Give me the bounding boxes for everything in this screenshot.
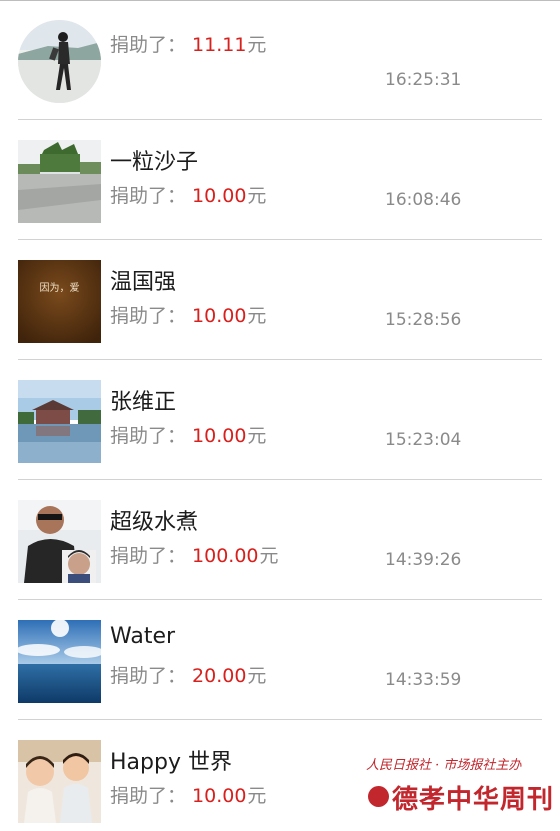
avatar xyxy=(18,20,101,103)
watermark-brand: 德孝中华周刊 xyxy=(392,785,555,815)
donor-item[interactable]: 因为，爱 温国强 捐助了： 10.00元 15:28:56 xyxy=(0,240,560,360)
currency-unit: 元 xyxy=(247,425,267,447)
donation-info: 捐助了： 10.00元 xyxy=(110,421,266,448)
donation-time: 14:33:59 xyxy=(385,670,462,690)
donation-amount: 100.00 xyxy=(192,545,259,567)
donor-item[interactable]: 捐助了： 11.11元 16:25:31 xyxy=(0,0,560,120)
donor-item[interactable]: 张维正 捐助了： 10.00元 15:23:04 xyxy=(0,360,560,480)
publisher-watermark: 人民日报社 · 市场报社主办 德孝中华周刊 xyxy=(366,754,553,815)
donation-amount: 20.00 xyxy=(192,665,247,687)
donation-label: 捐助了： xyxy=(110,665,187,687)
donation-info: 捐助了： 11.11元 xyxy=(110,30,266,57)
donation-info: 捐助了： 10.00元 xyxy=(110,181,266,208)
donation-time: 15:23:04 xyxy=(385,430,462,450)
avatar xyxy=(18,500,101,583)
currency-unit: 元 xyxy=(259,545,279,567)
donor-name: 超级水煮 xyxy=(110,510,199,535)
donor-name: Happy 世界 xyxy=(110,750,232,775)
donation-amount: 10.00 xyxy=(192,305,247,327)
donation-amount: 10.00 xyxy=(192,185,247,207)
donation-label: 捐助了： xyxy=(110,305,187,327)
watermark-tagline: 人民日报社 · 市场报社主办 xyxy=(366,758,522,773)
donor-item[interactable]: Water 捐助了： 20.00元 14:33:59 xyxy=(0,600,560,720)
donor-name: 一粒沙子 xyxy=(110,150,199,175)
currency-unit: 元 xyxy=(247,785,267,807)
donor-item[interactable]: 超级水煮 捐助了： 100.00元 14:39:26 xyxy=(0,480,560,600)
avatar xyxy=(18,740,101,823)
donation-time: 16:25:31 xyxy=(385,70,462,90)
donation-amount: 10.00 xyxy=(192,425,247,447)
donor-name: Water xyxy=(110,624,176,649)
donation-info: 捐助了： 100.00元 xyxy=(110,541,279,568)
donation-time: 14:39:26 xyxy=(385,550,462,570)
donation-info: 捐助了： 10.00元 xyxy=(110,301,266,328)
donation-label: 捐助了： xyxy=(110,185,187,207)
avatar xyxy=(18,140,101,223)
avatar xyxy=(18,380,101,463)
donor-item[interactable]: 一粒沙子 捐助了： 10.00元 16:08:46 xyxy=(0,120,560,240)
avatar: 因为，爱 xyxy=(18,260,101,343)
seal-icon xyxy=(368,786,389,807)
donation-time: 16:08:46 xyxy=(385,190,462,210)
donation-amount: 10.00 xyxy=(192,785,247,807)
donation-label: 捐助了： xyxy=(110,545,187,567)
donation-label: 捐助了： xyxy=(110,785,187,807)
currency-unit: 元 xyxy=(247,34,267,56)
donor-name: 温国强 xyxy=(110,270,177,295)
donation-label: 捐助了： xyxy=(110,425,187,447)
currency-unit: 元 xyxy=(247,185,267,207)
donation-info: 捐助了： 20.00元 xyxy=(110,661,266,688)
donation-amount: 11.11 xyxy=(192,34,247,56)
svg-text:因为，爱: 因为，爱 xyxy=(40,281,80,294)
donor-name: 张维正 xyxy=(110,390,177,415)
currency-unit: 元 xyxy=(247,305,267,327)
donation-label: 捐助了： xyxy=(110,34,187,56)
donation-time: 15:28:56 xyxy=(385,310,462,330)
avatar xyxy=(18,620,101,703)
currency-unit: 元 xyxy=(247,665,267,687)
donation-info: 捐助了： 10.00元 xyxy=(110,781,266,808)
